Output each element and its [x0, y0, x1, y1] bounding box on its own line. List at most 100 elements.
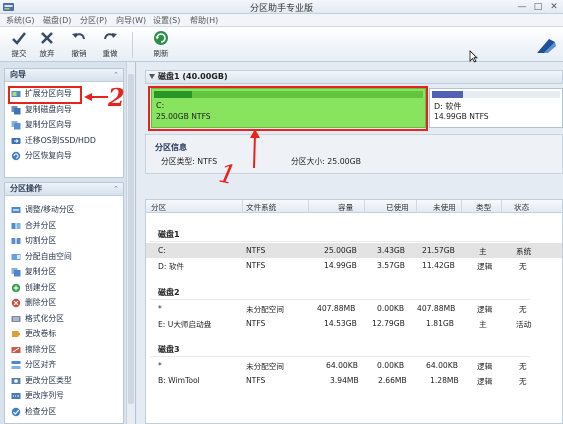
commit-button[interactable]: 提交: [8, 30, 30, 60]
cell-used: 3.43GB: [377, 246, 406, 255]
scrollbar-thumb[interactable]: [128, 74, 134, 404]
cell-unused: 21.57GB: [422, 246, 455, 255]
disk-header[interactable]: 磁盘1 (40.00GB): [145, 70, 563, 84]
menu-settings[interactable]: 设置(S): [153, 15, 180, 26]
menu-help[interactable]: 帮助(H): [190, 15, 218, 26]
window-title: 分区助手专业版: [249, 4, 313, 14]
sidebar-item-label: 更改卷标: [25, 329, 57, 338]
partition-recovery-icon: [11, 151, 21, 161]
table-row[interactable]: D: 软件 NTFS 14.99GB 3.57GB 11.42GB 逻辑 无: [146, 258, 562, 273]
column-divider[interactable]: [242, 200, 243, 213]
usage-bar-fill: [432, 91, 463, 98]
sidebar-item-label: 删除分区: [25, 298, 57, 307]
disk-group-label: 磁盘2: [158, 288, 180, 297]
sidebar-item-split[interactable]: 切割分区: [5, 233, 123, 249]
cell-capacity: 14.53GB: [324, 319, 357, 328]
label-icon: [12, 331, 21, 337]
operations-panel-header[interactable]: 分区操作 ⌃: [5, 183, 123, 196]
disk-title: 磁盘1 (40.00GB): [158, 72, 228, 81]
sidebar-item-label: 分区对齐: [25, 360, 57, 369]
minimize-button[interactable]: —: [515, 1, 529, 13]
sidebar-scrollbar[interactable]: [126, 62, 135, 424]
row-divider: [150, 241, 530, 242]
undo-button[interactable]: 撤销: [68, 30, 90, 60]
collapse-icon[interactable]: ⌃: [113, 183, 119, 195]
column-divider[interactable]: [501, 200, 502, 213]
cell-used: 0.00KB: [377, 304, 405, 313]
sidebar-item-align-partition[interactable]: 分区对齐: [5, 357, 123, 373]
table-row[interactable]: * 未分配空间 64.00KB 0.00KB 64.00KB 逻辑 无: [146, 358, 562, 373]
menu-system[interactable]: 系统(G): [6, 15, 34, 26]
menu-partition[interactable]: 分区(P): [80, 15, 107, 26]
table-row[interactable]: C: NTFS 25.00GB 3.43GB 21.57GB 主 系统: [146, 243, 562, 258]
cell-unused: 1.28MB: [430, 376, 459, 385]
cell-filesystem: NTFS: [246, 376, 266, 385]
sidebar-item-create-partition[interactable]: 创建分区: [5, 280, 123, 296]
create-icon: [11, 283, 21, 292]
sidebar-item-change-label[interactable]: 更改卷标: [5, 326, 123, 342]
table-row[interactable]: * 未分配空间 407.88MB 0.00KB 407.88MB 逻辑 无: [146, 301, 562, 316]
sidebar-item-label: 调整/移动分区: [25, 205, 75, 214]
wizard-panel-title: 向导: [10, 70, 26, 79]
right-pane: 磁盘1 (40.00GB) C: 25.00GB NTFS D: 软件 14.9…: [137, 62, 563, 424]
table-row[interactable]: B: WimTool NTFS 3.94MB 2.66MB 1.28MB 逻辑 …: [146, 373, 562, 388]
sidebar-item-copy-disk-wizard[interactable]: 复制磁盘向导: [5, 102, 123, 118]
column-divider[interactable]: [416, 200, 417, 213]
sidebar-item-merge[interactable]: 合并分区: [5, 218, 123, 234]
menu-disk[interactable]: 磁盘(D): [43, 15, 71, 26]
partition-size-text: 分区大小: 25.00GB: [291, 157, 362, 166]
cell-type: 逻辑: [477, 262, 493, 271]
column-header-partition[interactable]: 分区: [151, 202, 166, 213]
sidebar-item-delete-partition[interactable]: 删除分区: [5, 295, 123, 311]
column-header-capacity[interactable]: 容量: [338, 202, 353, 213]
cell-status: 无: [519, 377, 527, 386]
sidebar-item-copy-partition[interactable]: 复制分区: [5, 264, 123, 280]
wizard-panel-header[interactable]: 向导 ⌃: [5, 69, 123, 82]
split-icon: [11, 237, 21, 245]
column-header-unused[interactable]: 未使用: [433, 202, 456, 213]
serial-icon: [11, 393, 21, 399]
table-row[interactable]: E: U大师启动盘 NTFS 14.53GB 12.79GB 1.81GB 主 …: [146, 316, 562, 331]
column-header-filesystem[interactable]: 文件系统: [246, 202, 276, 213]
redo-button[interactable]: 重做: [99, 30, 121, 60]
cell-capacity: 407.88MB: [317, 304, 356, 313]
cell-used: 2.66MB: [378, 376, 407, 385]
redo-label: 重做: [102, 49, 118, 58]
sidebar-item-change-serial[interactable]: 更改序列号: [5, 388, 123, 404]
sidebar-item-migrate-os[interactable]: 迁移OS到SSD/HDD: [5, 133, 123, 149]
sidebar-item-change-type[interactable]: 更改分区类型: [5, 373, 123, 389]
column-divider[interactable]: [364, 200, 365, 213]
partition-info-title: 分区信息: [155, 143, 187, 152]
sidebar-item-partition-recovery[interactable]: 分区恢复向导: [5, 148, 123, 164]
column-divider[interactable]: [308, 200, 309, 213]
close-button[interactable]: ✕: [547, 1, 561, 13]
expand-triangle-icon[interactable]: [149, 74, 155, 80]
refresh-button[interactable]: 刷新: [150, 30, 172, 60]
menu-wizard[interactable]: 向导(W): [116, 15, 146, 26]
cell-used: 0.00KB: [377, 361, 405, 370]
discard-button[interactable]: 放弃: [36, 30, 58, 60]
maximize-button[interactable]: □: [531, 1, 545, 13]
format-icon: [11, 315, 21, 322]
cell-status: 无: [519, 305, 527, 314]
sidebar-item-extend-wizard[interactable]: 扩展分区向导: [5, 86, 123, 102]
sidebar-item-copy-partition-wizard[interactable]: 复制分区向导: [5, 117, 123, 133]
sidebar-item-format-partition[interactable]: 格式化分区: [5, 311, 123, 327]
align-icon: [11, 361, 21, 369]
cell-partition: C:: [158, 246, 166, 255]
toolbar: 提交 放弃 撤销 重做 刷新: [0, 27, 563, 62]
sidebar-item-allocate-space[interactable]: 分配自由空间: [5, 249, 123, 265]
partition-tile-c[interactable]: C: 25.00GB NTFS: [151, 88, 426, 128]
column-header-used[interactable]: 已使用: [386, 202, 409, 213]
column-divider[interactable]: [461, 200, 462, 213]
collapse-icon[interactable]: ⌃: [113, 69, 119, 81]
partition-tile-d[interactable]: D: 软件 14.99GB NTFS: [429, 88, 563, 128]
sidebar-item-label: 复制分区向导: [25, 120, 72, 129]
sidebar-item-wipe-partition[interactable]: 擦除分区: [5, 342, 123, 358]
sidebar-item-check-partition[interactable]: 检查分区: [5, 404, 123, 420]
sidebar-item-label: 复制分区: [25, 267, 57, 276]
sidebar-item-resize-move[interactable]: 调整/移动分区: [5, 202, 123, 218]
column-header-type[interactable]: 类型: [476, 202, 491, 213]
column-header-status[interactable]: 状态: [514, 202, 529, 213]
cell-filesystem: NTFS: [246, 261, 266, 270]
